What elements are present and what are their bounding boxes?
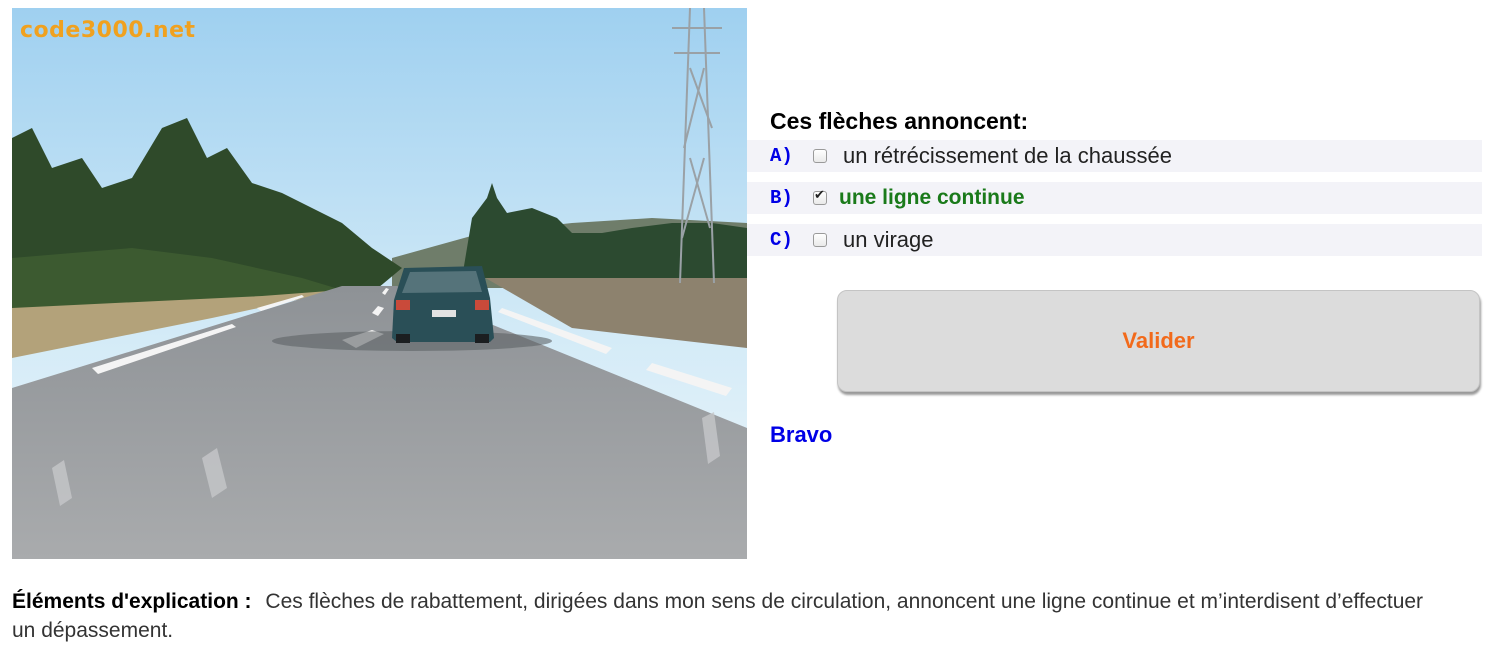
answer-text: un rétrécissement de la chaussée — [843, 143, 1172, 168]
answer-checkbox[interactable] — [813, 149, 827, 163]
answer-text: un virage — [843, 227, 934, 252]
answer-checkbox[interactable] — [813, 233, 827, 247]
validate-button-label: Valider — [1122, 328, 1195, 353]
road-scene-image — [12, 8, 747, 559]
answer-option-a[interactable]: A) un rétrécissement de la chaussée — [747, 140, 1482, 172]
explanation-label: Éléments d'explication : — [12, 590, 252, 613]
feedback-message: Bravo — [770, 422, 833, 447]
answer-letter: A) — [770, 145, 793, 167]
answer-letter: C) — [770, 229, 793, 251]
watermark-logo: code3000.net — [20, 18, 196, 43]
answer-letter: B) — [770, 187, 793, 209]
answer-option-b[interactable]: B) une ligne continue — [747, 182, 1482, 214]
answer-checkbox-checked[interactable] — [813, 188, 827, 205]
road-photo: code3000.net — [12, 8, 747, 559]
explanation-block: Éléments d'explication : Ces flèches de … — [12, 587, 1432, 645]
answer-option-c[interactable]: C) un virage — [747, 224, 1482, 256]
validate-button[interactable]: Valider — [837, 290, 1480, 392]
question-title: Ces flèches annoncent: — [770, 108, 1029, 134]
answer-text-correct: une ligne continue — [839, 186, 1025, 209]
